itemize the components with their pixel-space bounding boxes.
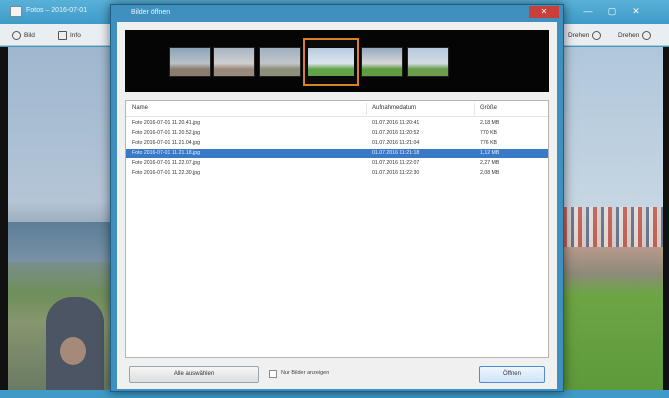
file-size: 2,27 MB (480, 160, 500, 166)
file-date: 01.07.2016 11:21:04 (372, 140, 420, 146)
thumbnail[interactable] (169, 47, 211, 77)
thumbnail-image (308, 48, 354, 76)
file-name: Foto 2016-07-01 11.21.18.jpg (132, 150, 200, 156)
toolbar-edit-button[interactable]: Bild (12, 29, 35, 41)
edit-icon (12, 30, 21, 40)
thumbnail[interactable] (361, 47, 403, 77)
list-item[interactable]: Foto 2016-07-01 11.21.18.jpg 01.07.2016 1… (126, 149, 548, 158)
dialog-close-button[interactable]: ✕ (529, 6, 559, 18)
maximize-icon[interactable]: ▢ (604, 4, 620, 18)
list-item[interactable]: Foto 2016-07-01 11.21.04.jpg 01.07.2016 1… (126, 139, 548, 148)
list-item[interactable]: Foto 2016-07-01 11.20.52.jpg 01.07.2016 1… (126, 129, 548, 138)
thumbnail[interactable] (259, 47, 301, 77)
file-list[interactable]: Name Aufnahmedatum Größe Foto 2016-07-01… (125, 100, 549, 358)
file-size: 2,08 MB (480, 170, 500, 176)
app-icon (10, 6, 22, 17)
file-name: Foto 2016-07-01 11.20.52.jpg (132, 130, 200, 136)
list-item[interactable]: Foto 2016-07-01 11.22.07.jpg 01.07.2016 1… (126, 159, 548, 168)
photo-preview-right (563, 47, 663, 390)
file-date: 01.07.2016 11:20:41 (372, 120, 420, 126)
viewer-edge-left (0, 47, 8, 390)
file-date: 01.07.2016 11:20:52 (372, 130, 420, 136)
file-size: 2,18 MB (480, 120, 500, 126)
file-size: 1,12 MB (480, 150, 500, 156)
background-window-title: Fotos – 2016-07-01 (26, 7, 88, 14)
photo-sea (8, 222, 110, 262)
column-divider[interactable] (366, 103, 367, 115)
list-item[interactable]: Foto 2016-07-01 11.22.30.jpg 01.07.2016 1… (126, 169, 548, 178)
open-pictures-dialog: Bilder öffnen ✕ Name Aufnahmedatum Größe… (110, 4, 564, 392)
thumbnail[interactable] (407, 47, 449, 77)
column-divider[interactable] (474, 103, 475, 115)
photo-person-head (60, 337, 86, 365)
select-all-button[interactable]: Alle auswählen (129, 366, 259, 383)
open-button[interactable]: Öffnen (479, 366, 545, 383)
photo-crowd (563, 207, 663, 247)
list-item[interactable]: Foto 2016-07-01 11.20.41.jpg 01.07.2016 1… (126, 119, 548, 128)
info-icon (58, 30, 67, 40)
dialog-body: Name Aufnahmedatum Größe Foto 2016-07-01… (117, 22, 557, 389)
thumbnail-strip (125, 30, 549, 92)
show-pictures-only-checkbox[interactable] (269, 370, 277, 378)
minimize-icon[interactable]: — (580, 4, 596, 18)
file-size: 776 KB (480, 140, 498, 146)
file-name: Foto 2016-07-01 11.20.41.jpg (132, 120, 200, 126)
file-date: 01.07.2016 11:21:18 (372, 150, 420, 156)
column-header-date[interactable]: Aufnahmedatum (372, 105, 416, 111)
toolbar-rotate-label: Drehen (568, 31, 590, 39)
rotate-icon (642, 30, 652, 40)
show-pictures-only-label: Nur Bilder anzeigen (281, 370, 330, 376)
rotate-icon (592, 30, 602, 40)
toolbar-info-label: Info (70, 31, 81, 39)
toolbar-edit-label: Bild (24, 31, 35, 39)
column-header-name[interactable]: Name (132, 105, 148, 111)
column-header-size[interactable]: Größe (480, 105, 497, 111)
photo-preview-left (8, 47, 110, 390)
toolbar-rotate-label-2: Drehen (618, 31, 640, 39)
file-list-header: Name Aufnahmedatum Größe (126, 101, 548, 117)
file-name: Foto 2016-07-01 11.21.04.jpg (132, 140, 200, 146)
file-date: 01.07.2016 11:22:07 (372, 160, 420, 166)
dialog-title: Bilder öffnen (131, 9, 171, 16)
toolbar-rotate-button[interactable]: Drehen (568, 29, 602, 41)
toolbar-rotate-button-2[interactable]: Drehen (618, 29, 652, 41)
close-icon[interactable]: ✕ (628, 4, 644, 18)
viewer-edge-right (663, 47, 669, 390)
file-size: 770 KB (480, 130, 498, 136)
file-name: Foto 2016-07-01 11.22.07.jpg (132, 160, 200, 166)
thumbnail[interactable] (303, 38, 359, 86)
thumbnail[interactable] (213, 47, 255, 77)
file-name: Foto 2016-07-01 11.22.30.jpg (132, 170, 200, 176)
file-date: 01.07.2016 11:22:30 (372, 170, 420, 176)
toolbar-info-button[interactable]: Info (58, 29, 81, 41)
